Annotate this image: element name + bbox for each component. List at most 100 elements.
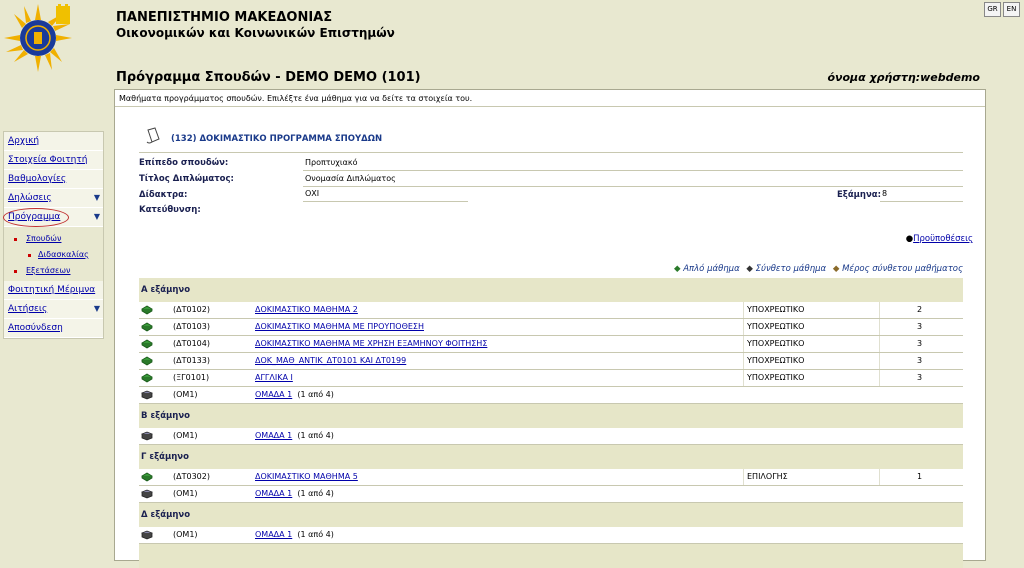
simple-course-icon: ◆ <box>673 264 681 274</box>
column-separator <box>879 302 880 318</box>
divider <box>139 152 963 153</box>
course-type: ΥΠΟΧΡΕΩΤΙΚΟ <box>747 305 805 314</box>
course-type: ΥΠΟΧΡΕΩΤΙΚΟ <box>747 339 805 348</box>
divider <box>303 186 963 187</box>
sidebar-item-program[interactable]: Πρόγραμμα ▼ <box>3 208 103 227</box>
lang-gr-button[interactable]: GR <box>984 2 1001 17</box>
composite-course-icon <box>140 530 154 546</box>
course-link[interactable]: ΟΜΑΔΑ 1 <box>255 431 292 440</box>
direction-label: Κατεύθυνση: <box>139 205 201 215</box>
bullet-icon <box>28 254 31 257</box>
course-link[interactable]: ΔΟΚΙΜΑΣΤΙΚΟ ΜΑΘΗΜΑ 5 <box>255 472 358 481</box>
course-ects: 3 <box>917 373 923 382</box>
column-separator <box>879 319 880 335</box>
sidebar-subitem-label[interactable]: Εξετάσεων <box>26 266 71 275</box>
chevron-down-icon[interactable]: ▼ <box>94 300 100 318</box>
course-name-cell: ΔΟΚΙΜΑΣΤΙΚΟ ΜΑΘΗΜΑ 2 <box>255 302 358 318</box>
sidebar-item-label[interactable]: Δηλώσεις <box>8 193 52 203</box>
course-type: ΥΠΟΧΡΕΩΤΙΚΟ <box>747 356 805 365</box>
faculty-name: Οικονομικών και Κοινωνικών Επιστημών <box>116 26 395 40</box>
part-course-icon: ◆ <box>832 264 840 274</box>
column-separator <box>879 336 880 352</box>
course-link[interactable]: ΔΟΚΙΜΑΣΤΙΚΟ ΜΑΘΗΜΑ ΜΕ ΠΡΟΥΠΟΘΕΣΗ <box>255 322 424 331</box>
composite-course-icon <box>140 489 154 505</box>
column-separator <box>743 336 744 352</box>
course-row: (ΟΜ1) ΟΜΑΔΑ 1 (1 από 4) <box>139 486 963 503</box>
course-name-cell: ΟΜΑΔΑ 1 (1 από 4) <box>255 428 334 444</box>
sidebar-item-label[interactable]: Αρχική <box>8 136 39 146</box>
instructions-text: Μαθήματα προγράμματος σπουδών. Επιλέξτε … <box>119 94 473 103</box>
fees-label: Δίδακτρα: <box>139 190 188 200</box>
course-link[interactable]: ΟΜΑΔΑ 1 <box>255 489 292 498</box>
semester-header: Β εξάμηνο <box>139 404 963 428</box>
sidebar-item-label[interactable]: Αποσύνδεση <box>8 323 63 333</box>
sidebar-subitem-label[interactable]: Διδασκαλίας <box>38 250 89 259</box>
course-link[interactable]: ΔΟΚ_ΜΑΘ_ΑΝΤΙΚ_ΔΤ0101 ΚΑΙ ΔΤ0199 <box>255 356 406 365</box>
course-row: (ΔΤ0302) ΔΟΚΙΜΑΣΤΙΚΟ ΜΑΘΗΜΑ 5 ΕΠΙΛΟΓΗΣ 1 <box>139 469 963 486</box>
course-ects: 1 <box>917 472 923 481</box>
course-link[interactable]: ΔΟΚΙΜΑΣΤΙΚΟ ΜΑΘΗΜΑ 2 <box>255 305 358 314</box>
course-type: ΥΠΟΧΡΕΩΤΙΚΟ <box>747 373 805 382</box>
sidebar-item-student-care[interactable]: Φοιτητική Μέριμνα <box>4 281 103 300</box>
course-type: ΥΠΟΧΡΕΩΤΙΚΟ <box>747 322 805 331</box>
sidebar-item-logout[interactable]: Αποσύνδεση <box>4 319 103 338</box>
lang-en-button[interactable]: EN <box>1003 2 1020 17</box>
sidebar-item-label[interactable]: Αιτήσεις <box>8 304 47 314</box>
bullet-icon: ● <box>905 234 914 244</box>
column-separator <box>879 353 880 369</box>
course-row: (ΞΓ0101) ΑΓΓΛΙΚΑ Ι ΥΠΟΧΡΕΩΤΙΚΟ 3 <box>139 370 963 387</box>
divider <box>115 106 985 107</box>
fees-value: ΟΧΙ <box>305 189 320 198</box>
course-ects: 3 <box>917 322 923 331</box>
university-logo <box>2 2 74 74</box>
bullet-icon <box>14 270 17 273</box>
course-code: (ΟΜ1) <box>173 489 198 498</box>
semesters-value: 8 <box>882 189 888 198</box>
sidebar-item-student-info[interactable]: Στοιχεία Φοιτητή <box>4 151 103 170</box>
degree-value: Ονομασία Διπλώματος <box>305 174 396 183</box>
legend-composite: Σύνθετο μάθημα <box>755 264 827 274</box>
semester-header: Α εξάμηνο <box>139 278 963 302</box>
course-name-cell: ΑΓΓΛΙΚΑ Ι <box>255 370 293 386</box>
sidebar: Αρχική Στοιχεία Φοιτητή Βαθμολογίες Δηλώ… <box>3 131 104 339</box>
course-row: (ΔΤ0103) ΔΟΚΙΜΑΣΤΙΚΟ ΜΑΘΗΜΑ ΜΕ ΠΡΟΥΠΟΘΕΣΗ… <box>139 319 963 336</box>
semester-header: Γ εξάμηνο <box>139 445 963 469</box>
divider <box>303 170 963 171</box>
sidebar-item-declarations[interactable]: Δηλώσεις ▼ <box>4 189 103 208</box>
bullet-icon <box>14 238 17 241</box>
level-label: Επίπεδο σπουδών: <box>139 158 229 168</box>
sidebar-item-label[interactable]: Βαθμολογίες <box>8 174 66 184</box>
sidebar-subitem-label[interactable]: Σπουδών <box>26 234 61 243</box>
sidebar-subitem-studies[interactable]: Σπουδών <box>4 231 103 247</box>
composite-course-icon <box>140 390 154 406</box>
course-link[interactable]: ΔΟΚΙΜΑΣΤΙΚΟ ΜΑΘΗΜΑ ΜΕ ΧΡΗΣΗ ΕΞΑΜΗΝΟΥ ΦΟΙ… <box>255 339 487 348</box>
sidebar-item-label[interactable]: Στοιχεία Φοιτητή <box>8 155 87 165</box>
sidebar-item-grades[interactable]: Βαθμολογίες <box>4 170 103 189</box>
column-separator <box>743 469 744 485</box>
legend: ◆ Απλό μάθημα ◆ Σύνθετο μάθημα ◆ Μέρος σ… <box>674 264 963 274</box>
main-panel: Μαθήματα προγράμματος σπουδών. Επιλέξτε … <box>114 89 986 568</box>
course-link[interactable]: ΟΜΑΔΑ 1 <box>255 390 292 399</box>
prerequisites-link[interactable]: ●Προϋποθέσεις <box>906 234 973 244</box>
sidebar-subitem-teaching[interactable]: Διδασκαλίας <box>4 247 103 263</box>
sidebar-submenu-program: Σπουδών Διδασκαλίας Εξετάσεων <box>4 227 103 281</box>
semester-header <box>139 544 963 568</box>
sidebar-item-label[interactable]: Φοιτητική Μέριμνα <box>8 285 95 295</box>
course-row: (ΔΤ0102) ΔΟΚΙΜΑΣΤΙΚΟ ΜΑΘΗΜΑ 2 ΥΠΟΧΡΕΩΤΙΚΟ 2 <box>139 302 963 319</box>
course-row: (ΔΤ0104) ΔΟΚΙΜΑΣΤΙΚΟ ΜΑΘΗΜΑ ΜΕ ΧΡΗΣΗ ΕΞΑΜ… <box>139 336 963 353</box>
sidebar-item-home[interactable]: Αρχική <box>4 132 103 151</box>
course-name-cell: ΔΟΚ_ΜΑΘ_ΑΝΤΙΚ_ΔΤ0101 ΚΑΙ ΔΤ0199 <box>255 353 406 369</box>
legend-simple: Απλό μάθημα <box>683 264 740 274</box>
sidebar-item-applications[interactable]: Αιτήσεις ▼ <box>4 300 103 319</box>
course-link[interactable]: ΑΓΓΛΙΚΑ Ι <box>255 373 293 382</box>
prerequisites-link-label[interactable]: Προϋποθέσεις <box>913 234 973 244</box>
course-link[interactable]: ΟΜΑΔΑ 1 <box>255 530 292 539</box>
program-document-icon <box>145 127 161 148</box>
semester-header: Δ εξάμηνο <box>139 503 963 527</box>
column-separator <box>743 370 744 386</box>
course-row: (ΔΤ0133) ΔΟΚ_ΜΑΘ_ΑΝΤΙΚ_ΔΤ0101 ΚΑΙ ΔΤ0199 Υ… <box>139 353 963 370</box>
course-group-note: (1 από 4) <box>297 390 334 399</box>
sidebar-subitem-exams[interactable]: Εξετάσεων <box>4 263 103 279</box>
chevron-down-icon[interactable]: ▼ <box>94 189 100 207</box>
chevron-down-icon[interactable]: ▼ <box>94 208 100 226</box>
